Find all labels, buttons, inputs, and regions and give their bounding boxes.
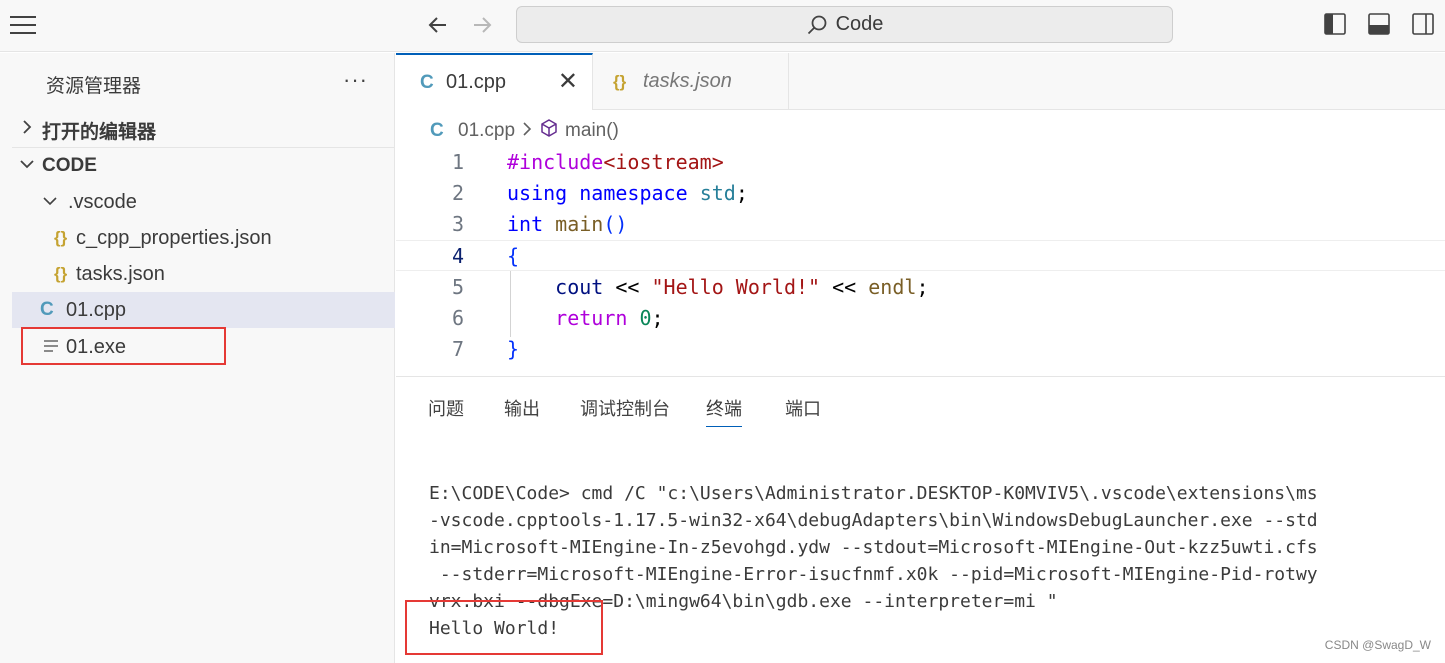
code-text: } [507,337,520,361]
section-open-editors-label: 打开的编辑器 [42,121,157,143]
code-text: { [507,244,520,268]
watermark: CSDN @SwagD_W [1324,638,1431,652]
code-line: 3 int main() [396,209,1445,240]
explorer-title: 资源管理器 [46,76,142,97]
annotation-highlight-box [405,600,603,655]
code-text: return 0; [555,306,664,330]
forward-arrow-icon[interactable] [468,10,496,40]
title-bar: Code [0,0,1445,52]
toggle-primary-sidebar-icon[interactable] [1323,12,1347,36]
panel-tab-ports[interactable]: 端口 [785,395,821,427]
tree-item-vscode-folder[interactable]: .vscode [12,184,395,220]
toggle-panel-icon[interactable] [1367,12,1391,36]
tree-item-label: 01.cpp [66,298,127,321]
search-label: Code [835,13,884,35]
tree-item-label: c_cpp_properties.json [76,226,272,249]
json-icon: {} [613,71,627,91]
code-line: 2 using namespace std; [396,178,1445,209]
back-arrow-icon[interactable] [424,10,452,40]
code-text: int main() [507,212,628,236]
line-number: 6 [451,306,464,330]
code-line: 7 } [396,334,1445,365]
json-icon: {} [54,228,68,247]
line-number: 1 [451,150,464,174]
tree-item-label: tasks.json [76,262,165,285]
panel-tab-output[interactable]: 输出 [504,395,540,427]
breadcrumb-file[interactable]: 01.cpp [458,120,515,142]
tree-item-label: .vscode [68,190,137,213]
cube-icon [539,118,559,144]
cpp-icon: C [420,71,434,93]
tree-item-01-cpp[interactable]: C 01.cpp [12,292,395,328]
panel-tab-debug-console[interactable]: 调试控制台 [580,395,670,427]
more-actions-icon[interactable]: ··· [343,69,368,91]
chevron-right-icon [12,119,42,141]
terminal-line: -vscode.cpptools-1.17.5-win32-x64\debugA… [429,510,1318,531]
cpp-icon: C [430,120,444,141]
code-line-current: 4 { [396,240,1445,271]
code-editor[interactable]: 1 #include<iostream> 2 using namespace s… [396,146,1445,374]
cpp-icon: C [40,299,54,320]
json-icon: {} [54,264,68,283]
section-code-folder[interactable]: CODE [12,148,395,184]
tab-tasks-json[interactable]: {} tasks.json [593,53,789,110]
layout-controls [1323,12,1435,36]
chevron-down-icon [42,191,68,214]
command-center-search[interactable]: Code [516,6,1173,43]
chevron-right-icon [521,120,533,143]
panel-tab-terminal[interactable]: 终端 [706,395,742,427]
code-line: 1 #include<iostream> [396,147,1445,178]
breadcrumb-symbol[interactable]: main() [565,120,619,142]
code-line: 6 return 0; [396,303,1445,334]
code-line: 5 cout << "Hello World!" << endl; [396,272,1445,303]
tab-label: tasks.json [643,70,732,92]
line-number: 5 [451,275,464,299]
line-number: 2 [451,181,464,205]
search-icon [807,15,826,34]
code-text: #include<iostream> [507,150,724,174]
annotation-highlight-box [21,327,226,365]
line-number: 7 [451,337,464,361]
terminal-line: E:\CODE\Code> cmd /C "c:\Users\Administr… [429,483,1318,504]
code-text: cout << "Hello World!" << endl; [555,275,929,299]
close-icon[interactable]: ✕ [558,67,578,96]
code-text: using namespace std; [507,181,748,205]
section-code-folder-label: CODE [42,155,97,176]
editor-tabs: C 01.cpp ✕ {} tasks.json [396,53,1445,110]
line-number: 3 [451,212,464,236]
terminal-line: in=Microsoft-MIEngine-In-z5evohgd.ydw --… [429,537,1318,558]
chevron-down-icon [12,155,42,177]
terminal-line: --stderr=Microsoft-MIEngine-Error-isucfn… [429,564,1318,585]
section-open-editors[interactable]: 打开的编辑器 [12,112,395,148]
breadcrumb: C 01.cpp main() [430,116,619,146]
tree-item-tasks-json[interactable]: {} tasks.json [12,256,395,292]
line-number: 4 [451,244,464,268]
activity-bar [0,53,12,663]
panel-tab-problems[interactable]: 问题 [428,395,464,427]
toggle-secondary-sidebar-icon[interactable] [1411,12,1435,36]
menu-icon[interactable] [10,14,36,36]
indent-guide [510,271,511,337]
tree-item-c-cpp-properties[interactable]: {} c_cpp_properties.json [12,220,395,256]
tab-label: 01.cpp [446,71,507,93]
tab-01-cpp[interactable]: C 01.cpp ✕ [396,53,593,110]
